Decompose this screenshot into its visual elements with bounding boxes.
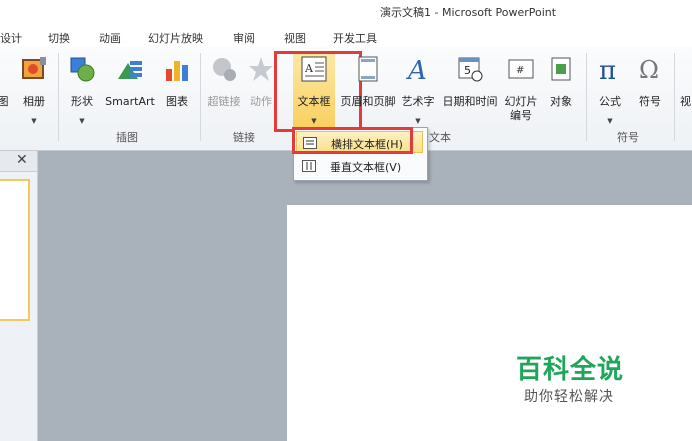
group-separator xyxy=(200,53,201,141)
tab-design[interactable]: 设计 xyxy=(0,30,22,46)
date-time-button[interactable]: 5 日期和时间 xyxy=(440,51,500,123)
group-label-symbols: 符号 xyxy=(617,131,639,144)
object-icon xyxy=(551,57,571,81)
svg-text:A: A xyxy=(406,56,427,83)
slide-thumbnail[interactable] xyxy=(0,179,30,321)
wordart-button[interactable]: A 艺术字 ▼ xyxy=(398,51,438,125)
tab-transitions[interactable]: 切换 xyxy=(48,30,70,46)
calendar-clock-icon: 5 xyxy=(458,57,483,82)
vertical-textbox-icon xyxy=(302,160,316,172)
picture-label: 图 xyxy=(0,95,9,108)
chart-button[interactable]: 图表 xyxy=(160,51,194,123)
media-label: 视 xyxy=(680,95,691,108)
slides-panel-header: ✕ xyxy=(0,151,37,172)
chevron-down-icon: ▼ xyxy=(415,117,421,125)
album-label: 相册 xyxy=(23,95,45,108)
omega-icon: Ω xyxy=(639,56,659,83)
shapes-label: 形状 xyxy=(71,95,93,108)
tab-slideshow[interactable]: 幻灯片放映 xyxy=(148,30,203,46)
group-separator xyxy=(674,53,675,141)
slide-number-icon: # xyxy=(508,59,534,79)
bar-chart-icon xyxy=(166,61,188,81)
group-label-text: 文本 xyxy=(429,131,451,144)
header-footer-button[interactable]: 页眉和页脚 xyxy=(336,51,400,123)
action-star-icon xyxy=(249,57,273,81)
close-icon[interactable]: ✕ xyxy=(16,152,28,168)
window-title: 演示文稿1 - Microsoft PowerPoint xyxy=(380,6,557,19)
slide-number-label-line1: 幻灯片 xyxy=(504,95,538,108)
media-button[interactable]: 视 xyxy=(680,51,692,123)
chevron-down-icon: ▼ xyxy=(79,117,85,125)
hyperlink-label: 超链接 xyxy=(207,95,241,108)
shapes-button[interactable]: 形状 ▼ xyxy=(64,51,100,125)
equation-button[interactable]: π 公式 ▼ xyxy=(592,51,628,125)
hyperlink-globe-icon xyxy=(213,58,236,81)
chart-label: 图表 xyxy=(166,95,188,108)
slide-canvas[interactable] xyxy=(287,205,692,441)
header-footer-icon xyxy=(358,56,378,82)
chevron-down-icon: ▼ xyxy=(31,117,37,125)
highlight-box-horizontal-item xyxy=(292,127,413,154)
menu-item-vertical-label: 垂直文本框(V) xyxy=(330,161,402,174)
smartart-icon xyxy=(118,61,142,79)
date-time-label: 日期和时间 xyxy=(442,95,498,108)
tab-review[interactable]: 审阅 xyxy=(233,30,255,46)
chevron-down-icon: ▼ xyxy=(607,117,613,125)
smartart-label: SmartArt xyxy=(105,95,155,108)
svg-text:π: π xyxy=(599,56,616,83)
group-separator xyxy=(58,53,59,141)
group-label-links: 链接 xyxy=(233,131,255,144)
pi-icon: π xyxy=(599,56,616,83)
watermark-title: 百科全说 xyxy=(516,355,625,385)
svg-text:#: # xyxy=(516,65,524,76)
picture-button[interactable]: 图 xyxy=(0,51,14,123)
wordart-label: 艺术字 xyxy=(401,95,435,108)
svg-text:5: 5 xyxy=(464,64,471,77)
symbol-button[interactable]: Ω 符号 xyxy=(632,51,668,123)
smartart-button[interactable]: SmartArt xyxy=(102,51,158,123)
object-label: 对象 xyxy=(550,95,572,108)
slide-number-button[interactable]: # 幻灯片 编号 xyxy=(500,51,542,123)
watermark-subtitle: 助你轻松解决 xyxy=(524,389,614,405)
header-footer-label: 页眉和页脚 xyxy=(340,95,396,108)
shapes-icon xyxy=(70,57,95,82)
photo-album-button[interactable]: 相册 ▼ xyxy=(18,51,50,125)
object-button[interactable]: 对象 xyxy=(544,51,578,123)
tab-view[interactable]: 视图 xyxy=(284,30,306,46)
action-label: 动作 xyxy=(250,95,272,108)
tab-animations[interactable]: 动画 xyxy=(99,30,121,46)
group-separator xyxy=(586,53,587,141)
symbol-label: 符号 xyxy=(639,95,661,108)
action-button[interactable]: 动作 xyxy=(246,51,276,123)
slide-number-label-line2: 编号 xyxy=(510,109,532,122)
menu-item-vertical-textbox[interactable]: 垂直文本框(V) xyxy=(296,155,423,177)
panel-divider[interactable] xyxy=(37,151,38,441)
svg-text:Ω: Ω xyxy=(639,56,659,83)
photo-album-icon xyxy=(22,57,46,79)
tab-developer[interactable]: 开发工具 xyxy=(333,30,377,46)
title-bar: 演示文稿1 - Microsoft PowerPoint xyxy=(0,0,692,25)
hyperlink-button[interactable]: 超链接 xyxy=(204,51,244,123)
wordart-icon: A xyxy=(406,56,427,83)
slides-panel: ✕ xyxy=(0,151,37,441)
group-label-illustrations: 插图 xyxy=(116,131,138,144)
ribbon-tab-bar: 设计 切换 动画 幻灯片放映 审阅 视图 开发工具 xyxy=(0,25,692,47)
equation-label: 公式 xyxy=(599,95,621,108)
